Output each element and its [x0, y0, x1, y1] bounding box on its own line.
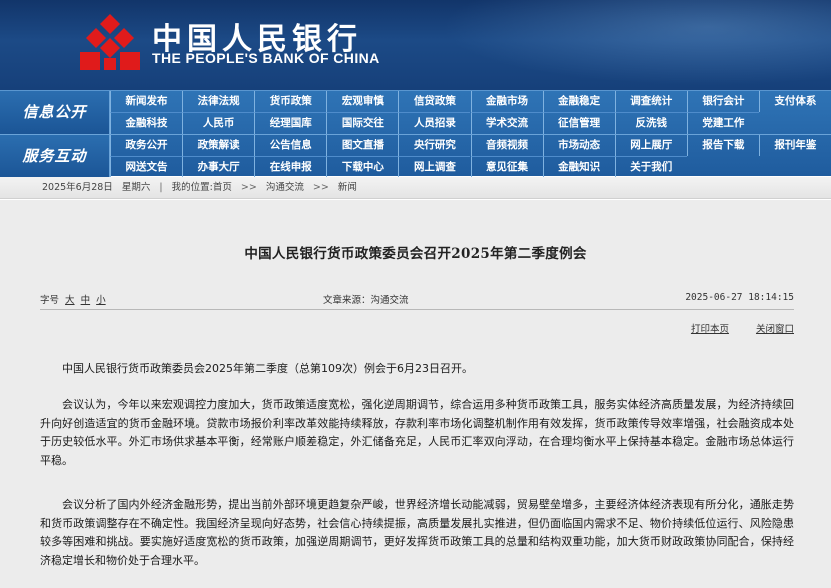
font-size-large-link[interactable]: 大	[65, 295, 75, 306]
nav-item[interactable]: 报告下载	[686, 135, 759, 156]
article-title: 中国人民银行货币政策委员会召开2025年第二季度例会	[244, 246, 587, 262]
nav-item[interactable]: 国际交往	[326, 112, 399, 134]
nav-item[interactable]: 政务公开	[110, 135, 182, 156]
nav-item[interactable]: 货币政策	[254, 91, 326, 112]
nav-item[interactable]: 人员招录	[398, 112, 471, 134]
breadcrumb-item-news[interactable]: 新闻	[338, 182, 357, 193]
nav-item[interactable]: 在线申报	[254, 156, 327, 178]
nav-item[interactable]: 图文直播	[326, 135, 398, 156]
close-window-link[interactable]: 关闭窗口	[756, 324, 794, 335]
breadcrumb: 2025年6月28日 星期六 | 我的位置:首页 >> 沟通交流 >> 新闻	[0, 177, 831, 199]
breadcrumb-home[interactable]: 我的位置:首页	[172, 182, 232, 193]
nav-item[interactable]: 信贷政策	[398, 91, 470, 112]
nav-item[interactable]: 宏观审慎	[326, 91, 398, 112]
site-header: 中国人民银行 THE PEOPLE'S BANK OF CHINA	[0, 0, 831, 90]
article-source: 文章来源：沟通交流	[323, 295, 409, 306]
nav-item[interactable]: 新闻发布	[110, 91, 182, 112]
nav-item[interactable]: 网上调查	[398, 156, 471, 178]
breadcrumb-separator: >>	[312, 182, 329, 193]
nav-item[interactable]: 支付体系	[758, 91, 831, 112]
article-paragraph: 会议认为，今年以来宏观调控力度加大，货币政策适度宽松，强化逆周期调节，综合运用多…	[40, 398, 794, 467]
nav-item[interactable]: 下载中心	[326, 156, 399, 178]
nav-item[interactable]: 经理国库	[254, 112, 327, 134]
nav-item[interactable]: 反洗钱	[614, 112, 687, 134]
nav-item[interactable]: 金融科技	[110, 112, 183, 134]
nav-item[interactable]: 网送文告	[110, 156, 183, 178]
font-size-small-link[interactable]: 小	[96, 295, 106, 306]
font-size-label: 字号	[40, 295, 60, 306]
nav-item[interactable]: 政策解读	[182, 135, 254, 156]
main-navigation: 信息公开 新闻发布 法律法规 货币政策 宏观审慎 信贷政策 金融市场 金融稳定 调查统计 银行会…	[0, 90, 831, 178]
print-page-link[interactable]: 打印本页	[691, 324, 729, 335]
nav-item[interactable]: 党建工作	[686, 112, 759, 134]
nav-item[interactable]: 金融市场	[470, 91, 543, 112]
nav-item[interactable]: 市场动态	[542, 135, 615, 156]
nav-item[interactable]: 公告信息	[254, 135, 326, 156]
banner-glow	[420, 0, 831, 90]
breadcrumb-item-communication[interactable]: 沟通交流	[266, 182, 304, 193]
current-weekday: 星期六	[121, 182, 151, 193]
nav-group-info: 信息公开 新闻发布 法律法规 货币政策 宏观审慎 信贷政策 金融市场 金融稳定 调查统计 银行会…	[0, 91, 831, 134]
nav-item[interactable]: 央行研究	[398, 135, 470, 156]
nav-group-service: 服务互动 政务公开 政策解读 公告信息 图文直播 央行研究 音频视频 市场动态 网上展厅 报告下…	[0, 134, 831, 178]
article-meta: 字号 大 中 小 文章来源：沟通交流 2025-06-27 18:14:15	[40, 292, 794, 306]
pboc-emblem-icon[interactable]	[76, 12, 144, 74]
nav-item[interactable]: 意见征集	[470, 156, 543, 178]
nav-item[interactable]: 调查统计	[614, 91, 687, 112]
nav-item[interactable]: 办事大厅	[182, 156, 255, 178]
meta-divider	[40, 309, 794, 310]
font-size-medium-link[interactable]: 中	[81, 295, 91, 306]
nav-item[interactable]: 征信管理	[542, 112, 615, 134]
bank-name-en: THE PEOPLE'S BANK OF CHINA	[152, 50, 380, 66]
article-paragraph: 会议分析了国内外经济金融形势，提出当前外部环境更趋复杂严峻，世界经济增长动能减弱…	[40, 498, 794, 567]
nav-item[interactable]: 金融知识	[542, 156, 615, 178]
nav-item[interactable]: 金融稳定	[542, 91, 615, 112]
font-size-controls: 字号 大 中 小	[40, 292, 106, 306]
nav-item[interactable]: 法律法规	[182, 91, 254, 112]
nav-item[interactable]: 关于我们	[614, 156, 687, 178]
breadcrumb-separator: |	[159, 182, 163, 193]
article-tools: 打印本页 关闭窗口	[667, 321, 794, 335]
nav-group-title: 服务互动	[0, 135, 110, 178]
article-paragraph: 中国人民银行货币政策委员会2025年第二季度（总第109次）例会于6月23日召开…	[62, 362, 473, 375]
nav-item[interactable]: 银行会计	[686, 91, 759, 112]
nav-item[interactable]: 人民币	[182, 112, 255, 134]
publish-time: 2025-06-27 18:14:15	[685, 292, 794, 303]
nav-item[interactable]: 报刊年鉴	[758, 135, 831, 156]
nav-item[interactable]: 音频视频	[470, 135, 543, 156]
nav-item[interactable]: 网上展厅	[614, 135, 687, 156]
current-date: 2025年6月28日	[42, 182, 113, 193]
nav-item[interactable]: 学术交流	[470, 112, 543, 134]
breadcrumb-separator: >>	[240, 182, 257, 193]
nav-group-title: 信息公开	[0, 91, 110, 134]
article-area: 中国人民银行货币政策委员会召开2025年第二季度例会 字号 大 中 小 文章来源…	[0, 200, 831, 588]
